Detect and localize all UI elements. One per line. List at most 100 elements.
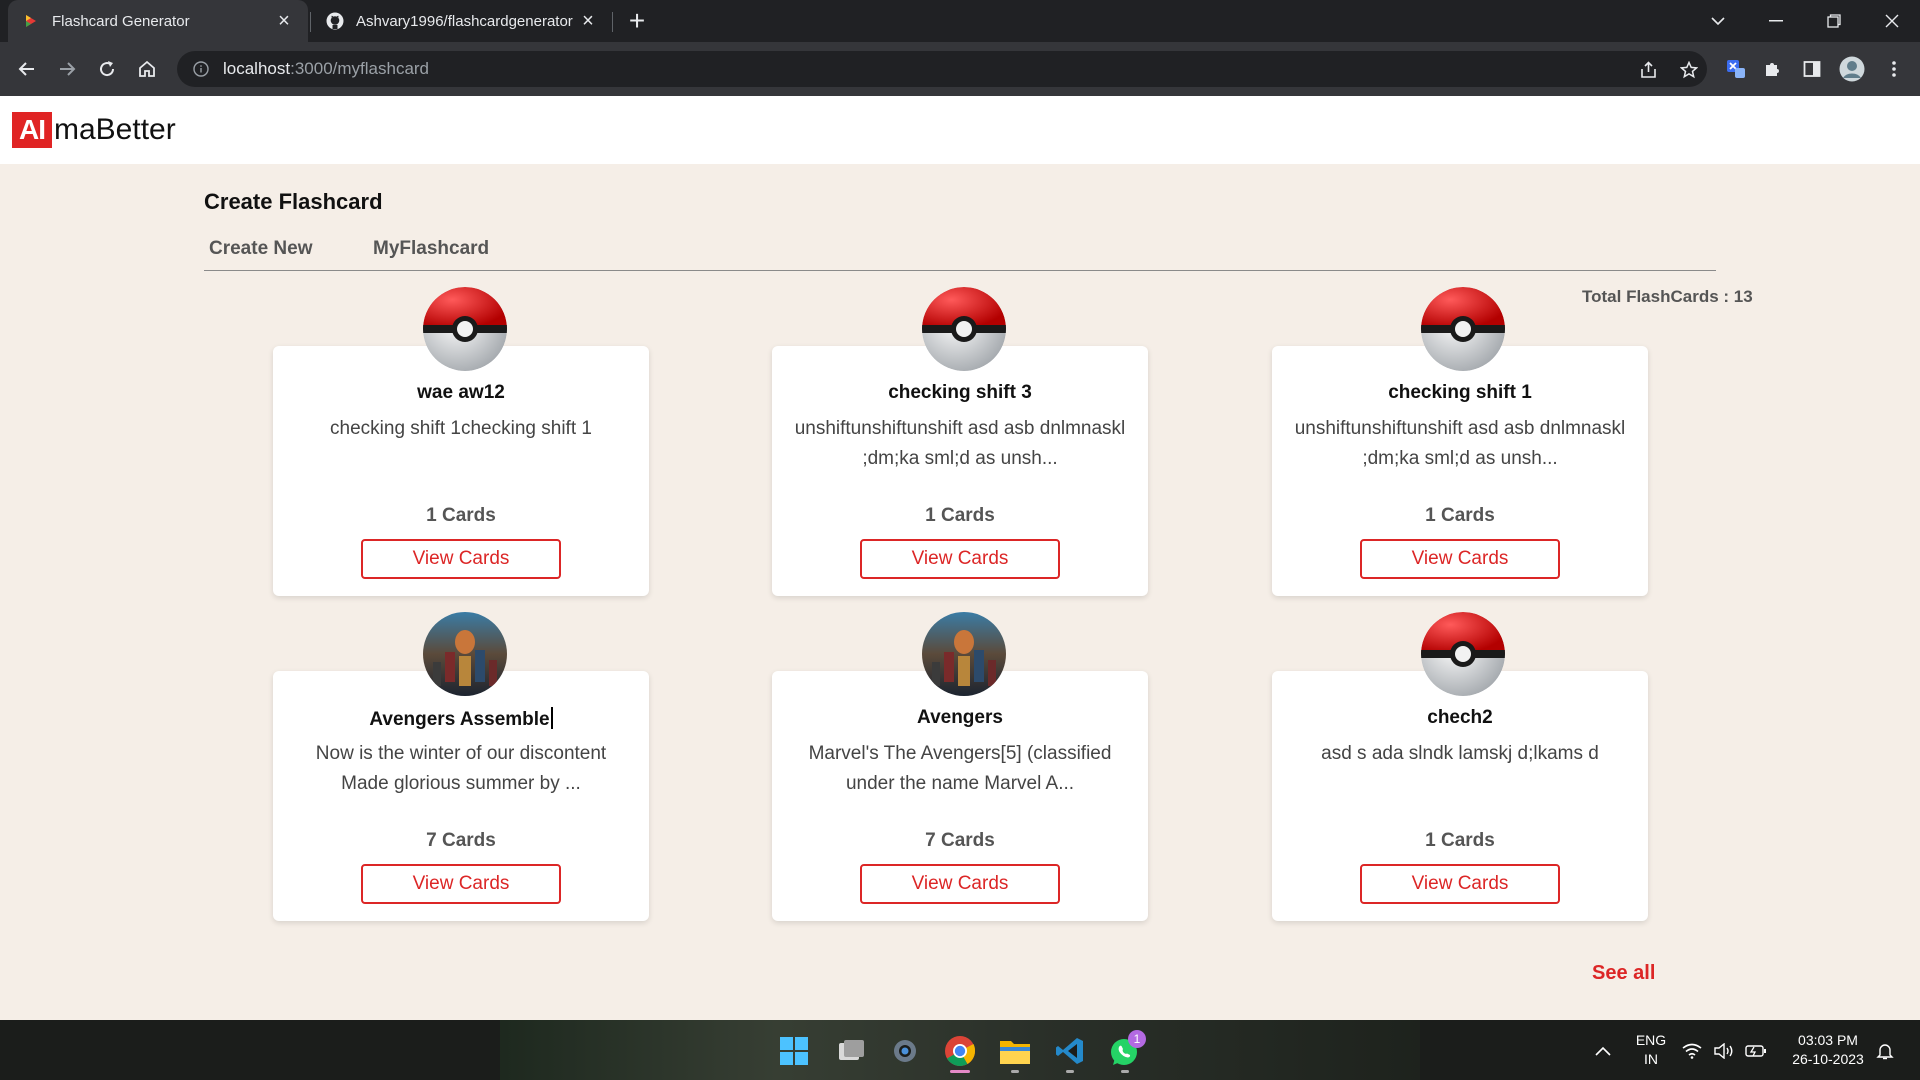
extensions-puzzle-icon[interactable] <box>1756 53 1788 85</box>
volume-icon[interactable] <box>1712 1034 1736 1068</box>
notification-badge: 1 <box>1128 1030 1146 1048</box>
url-path: :3000/myflashcard <box>290 59 430 78</box>
clock[interactable]: 03:03 PM 26-10-2023 <box>1780 1031 1876 1069</box>
extension-icon[interactable] <box>1720 53 1752 85</box>
view-cards-button[interactable]: View Cards <box>860 864 1060 904</box>
flashcard-group-card: Avengers Assemble Now is the winter of o… <box>273 671 649 921</box>
tab-my-flashcard[interactable]: MyFlashcard <box>373 238 489 260</box>
card-count: 1 Cards <box>1425 505 1495 526</box>
flashcard-group-card: wae aw12 checking shift 1checking shift … <box>273 346 649 596</box>
notification-bell-icon[interactable] <box>1870 1034 1900 1068</box>
windows-taskbar: 1 ENG IN 03:03 PM 26-10-2023 <box>0 1020 1920 1080</box>
pokeball-icon <box>423 287 507 371</box>
tab-create-new[interactable]: Create New <box>209 238 313 260</box>
new-tab-button[interactable]: + <box>622 5 652 36</box>
see-all-link[interactable]: See all <box>1592 962 1655 985</box>
clock-date: 26-10-2023 <box>1792 1051 1864 1067</box>
close-tab-icon[interactable]: × <box>578 10 598 32</box>
side-panel-icon[interactable] <box>1796 53 1828 85</box>
card-description: Now is the winter of our discontent Made… <box>315 743 607 794</box>
settings-gear-icon[interactable] <box>888 1034 922 1068</box>
card-count: 7 Cards <box>925 830 995 851</box>
view-cards-button[interactable]: View Cards <box>361 864 561 904</box>
pokeball-icon <box>1421 287 1505 371</box>
browser-tab-strip: Flashcard Generator × Ashvary1996/flashc… <box>0 0 1920 42</box>
share-icon[interactable] <box>1639 60 1659 80</box>
card-count: 1 Cards <box>925 505 995 526</box>
minimize-icon[interactable] <box>1748 0 1804 42</box>
total-flashcards-label: Total FlashCards : 13 <box>1582 287 1753 306</box>
pokeball-icon <box>922 287 1006 371</box>
tab-separator <box>612 12 613 32</box>
github-icon <box>326 12 344 30</box>
running-app-indicator <box>1011 1070 1019 1073</box>
file-explorer-icon[interactable] <box>998 1034 1032 1068</box>
logo-text: maBetter <box>54 113 176 146</box>
card-description: unshiftunshiftunshift asd asb dnlmnaskl … <box>1294 418 1626 469</box>
card-count: 1 Cards <box>426 505 496 526</box>
page-title: Create Flashcard <box>204 189 383 214</box>
url-text: localhost:3000/myflashcard <box>223 59 429 79</box>
card-count: 1 Cards <box>1425 830 1495 851</box>
show-hidden-icons-chevron-icon[interactable] <box>1586 1034 1620 1068</box>
address-bar[interactable]: localhost:3000/myflashcard <box>177 51 1707 87</box>
card-description: unshiftunshiftunshift asd asb dnlmnaskl … <box>794 418 1126 469</box>
flashcard-group-card: checking shift 1 unshiftunshiftunshift a… <box>1272 346 1648 596</box>
card-description: asd s ada slndk lamskj d;lkams d <box>1321 743 1599 764</box>
almabetter-logo[interactable]: AI maBetter <box>12 112 176 148</box>
tab-separator <box>310 12 311 32</box>
card-title: checking shift 1 <box>1388 382 1532 403</box>
forward-arrow-icon[interactable] <box>51 53 83 85</box>
restore-icon[interactable] <box>1806 0 1862 42</box>
view-cards-button[interactable]: View Cards <box>1360 864 1560 904</box>
card-title-text: Avengers Assemble <box>369 709 550 730</box>
wifi-icon[interactable] <box>1680 1034 1704 1068</box>
battery-icon[interactable] <box>1744 1034 1768 1068</box>
bookmark-star-icon[interactable] <box>1679 60 1699 80</box>
url-host: localhost <box>223 59 291 78</box>
card-description: Marvel's The Avengers[5] (classified und… <box>808 743 1112 794</box>
tab-divider <box>204 270 1716 271</box>
card-description: checking shift 1checking shift 1 <box>330 418 592 439</box>
card-count: 7 Cards <box>426 830 496 851</box>
home-icon[interactable] <box>131 53 163 85</box>
tab-flashcard-generator[interactable]: Flashcard Generator × <box>8 0 308 42</box>
close-window-icon[interactable] <box>1864 0 1920 42</box>
active-app-indicator <box>950 1070 970 1073</box>
vscode-icon[interactable] <box>1053 1034 1087 1068</box>
profile-avatar[interactable] <box>1836 53 1868 85</box>
reload-icon[interactable] <box>91 53 123 85</box>
flashcard-group-card: Avengers Marvel's The Avengers[5] (class… <box>772 671 1148 921</box>
avengers-poster-image <box>423 612 507 696</box>
flashcard-group-card: chech2 asd s ada slndk lamskj d;lkams d … <box>1272 671 1648 921</box>
site-header: AI maBetter <box>0 96 1920 164</box>
back-arrow-icon[interactable] <box>11 53 43 85</box>
view-cards-button[interactable]: View Cards <box>860 539 1060 579</box>
card-title: Avengers Assemble <box>273 707 649 731</box>
region-code: IN <box>1644 1051 1658 1067</box>
card-title: Avengers <box>917 707 1003 728</box>
chrome-icon[interactable] <box>943 1034 977 1068</box>
view-cards-button[interactable]: View Cards <box>361 539 561 579</box>
avengers-poster-image <box>922 612 1006 696</box>
view-cards-button[interactable]: View Cards <box>1360 539 1560 579</box>
more-menu-icon[interactable] <box>1878 53 1910 85</box>
start-windows-icon[interactable] <box>777 1034 811 1068</box>
running-app-indicator <box>1066 1070 1074 1073</box>
card-title: checking shift 3 <box>888 382 1032 403</box>
close-tab-icon[interactable]: × <box>274 10 294 32</box>
text-cursor <box>550 707 553 729</box>
running-app-indicator <box>1121 1070 1129 1073</box>
pokeball-icon <box>1421 612 1505 696</box>
card-title: wae aw12 <box>417 382 505 403</box>
site-favicon-icon <box>22 12 40 30</box>
site-info-icon[interactable] <box>191 59 211 79</box>
tab-github-repo[interactable]: Ashvary1996/flashcardgenerator × <box>312 0 612 42</box>
tab-search-icon[interactable] <box>1690 0 1746 42</box>
card-title: chech2 <box>1427 707 1493 728</box>
logo-mark: AI <box>12 112 52 148</box>
task-view-icon[interactable] <box>834 1034 868 1068</box>
language-indicator[interactable]: ENG IN <box>1628 1031 1674 1069</box>
tab-title: Ashvary1996/flashcardgenerator <box>356 12 573 30</box>
flashcard-group-card: checking shift 3 unshiftunshiftunshift a… <box>772 346 1148 596</box>
